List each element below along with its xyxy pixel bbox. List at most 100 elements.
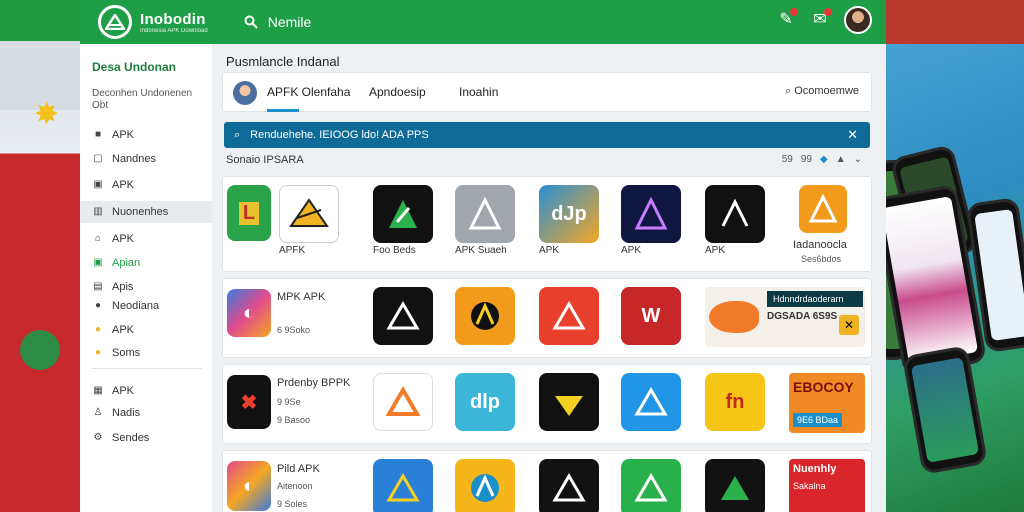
- app-label: APK: [621, 245, 642, 256]
- tab-2[interactable]: Inoahin: [459, 85, 498, 99]
- chevron-down-icon[interactable]: ⌄: [854, 154, 862, 165]
- page-title: Pusmlancle Indanal: [226, 54, 340, 69]
- sidebar-item-0[interactable]: ■ APK: [80, 124, 212, 146]
- app-icon[interactable]: [705, 185, 765, 243]
- sidebar-divider: [92, 368, 202, 369]
- lock-icon: ⌂: [94, 233, 102, 244]
- sidebar-item-12[interactable]: ⚙ Sendes: [80, 427, 212, 449]
- banner-text: Renduehehe. IEIOOG ldo! ADA PPS: [250, 129, 429, 141]
- app-label: Foo Beds: [373, 245, 416, 256]
- control-value[interactable]: 99: [801, 154, 812, 165]
- app-row: ✖ Prdenby BPPK 9 9Se 9 Basoo dlp fn EBOC…: [222, 364, 872, 444]
- chart-icon: ⚙: [93, 432, 103, 443]
- clipboard-icon: ▤: [93, 281, 103, 292]
- avatar[interactable]: [844, 6, 872, 34]
- notification-icon[interactable]: ✎: [776, 8, 798, 30]
- app-icon[interactable]: [705, 459, 765, 512]
- app-subtitle: 9 Soles: [277, 499, 308, 509]
- app-icon[interactable]: [373, 185, 433, 243]
- main-content: Pusmlancle Indanal APFK Olenfaha Apndoes…: [222, 44, 874, 512]
- sidebar-item-label: APK: [112, 233, 135, 245]
- user-icon: ●: [94, 300, 102, 311]
- app-icon[interactable]: [455, 459, 515, 512]
- sidebar-item-2[interactable]: ▣ APK: [80, 174, 212, 196]
- app-icon[interactable]: [373, 373, 433, 431]
- brand[interactable]: Inobodin Indonesia APK Download: [140, 11, 208, 34]
- app-icon[interactable]: dlp: [455, 373, 515, 431]
- filter-icon[interactable]: ▲: [836, 154, 846, 165]
- app-icon[interactable]: W: [621, 287, 681, 345]
- app-icon[interactable]: [539, 287, 599, 345]
- building-icon: ▥: [93, 206, 103, 217]
- sidebar-subtitle: Deconhen Undonenen Obt: [92, 88, 193, 111]
- app-subtitle: Aitenoon: [277, 481, 313, 491]
- app-row: ◐ MPK APK 6 9Soko W Hdnndrdaoderarn DGSA…: [222, 278, 872, 358]
- sidebar-item-3[interactable]: ▥ Nuonenhes: [80, 201, 212, 223]
- sidebar-item-9[interactable]: ● Soms: [80, 342, 212, 364]
- app-title: Prdenby BPPK: [277, 377, 351, 389]
- sidebar-item-4[interactable]: ⌂ APK: [80, 228, 212, 250]
- tab-1[interactable]: Apndoesip: [369, 85, 426, 99]
- app-title: MPK APK: [277, 291, 326, 303]
- document-icon: ▣: [93, 179, 103, 190]
- active-tab-indicator: [267, 109, 299, 112]
- app-icon[interactable]: [373, 287, 433, 345]
- close-icon[interactable]: ✕: [839, 315, 859, 335]
- top-search[interactable]: Nemile: [244, 14, 312, 30]
- app-icon[interactable]: [539, 373, 599, 431]
- sidebar-item-10[interactable]: ▦ APK: [80, 380, 212, 402]
- sidebar-item-11[interactable]: ♙ Nadis: [80, 402, 212, 424]
- sidebar-item-label: Nadis: [112, 407, 141, 419]
- app-icon[interactable]: [279, 185, 339, 243]
- brand-name: Inobodin: [140, 10, 206, 28]
- app-icon[interactable]: [621, 373, 681, 431]
- coin-icon: ●: [94, 347, 102, 358]
- app-icon[interactable]: [373, 459, 433, 512]
- sidebar-item-label: Neodiana: [112, 300, 160, 312]
- sidebar-item-label: APK: [112, 324, 135, 336]
- promo-subtitle: 9E6 BDaa: [793, 413, 843, 427]
- promo-card[interactable]: Hdnndrdaoderarn DGSADA 6S9S ✕: [705, 287, 865, 347]
- sidebar-item-7[interactable]: ● Neodiana: [80, 295, 212, 317]
- leaf-icon: [20, 330, 60, 370]
- app-icon[interactable]: [455, 287, 515, 345]
- app-row: ◐ Pild APK Aitenoon 9 Soles Nuenhly Saka…: [222, 450, 872, 512]
- search-icon: ⌕: [784, 85, 792, 97]
- promo-card[interactable]: Nuenhly Sakalna: [789, 459, 865, 512]
- app-icon[interactable]: fn: [705, 373, 765, 431]
- sidebar-item-label: Apian: [112, 257, 141, 269]
- app-icon[interactable]: ✖: [227, 375, 271, 429]
- app-icon[interactable]: [621, 185, 681, 243]
- profile-avatar[interactable]: [233, 81, 257, 105]
- control-value[interactable]: 59: [782, 154, 793, 165]
- briefcase-icon: ■: [94, 129, 102, 140]
- check-icon: ▣: [93, 257, 103, 268]
- sidebar-item-8[interactable]: ● APK: [80, 319, 212, 341]
- sidebar-title: Desa Undonan: [92, 60, 177, 74]
- app-icon[interactable]: dJp: [539, 185, 599, 243]
- promo-card[interactable]: EBOCOY 9E6 BDaa: [789, 373, 865, 433]
- close-icon[interactable]: ✕: [847, 127, 858, 143]
- top-search-label: Nemile: [267, 14, 312, 30]
- sort-icon[interactable]: ◆: [820, 154, 828, 165]
- app-icon[interactable]: [455, 185, 515, 243]
- app-icon[interactable]: [539, 459, 599, 512]
- messages-icon[interactable]: ✉: [810, 8, 832, 30]
- app-icon[interactable]: [621, 459, 681, 512]
- promo-subtitle: Sakalna: [793, 481, 826, 491]
- tabs-bar: APFK Olenfaha Apndoesip Inoahin ⌕ Ocomoe…: [222, 72, 872, 112]
- sidebar-item-1[interactable]: ▢ Nandnes: [80, 148, 212, 170]
- app-label: APK: [705, 245, 726, 256]
- tab-0[interactable]: APFK Olenfaha: [267, 85, 350, 99]
- search-banner[interactable]: ⌕ Renduehehe. IEIOOG ldo! ADA PPS ✕: [224, 122, 870, 148]
- app-icon[interactable]: ◐: [227, 461, 271, 511]
- app-icon[interactable]: L: [227, 185, 271, 241]
- logo-icon[interactable]: [98, 5, 132, 39]
- app-icon[interactable]: [799, 185, 847, 233]
- section-title: Sonaio IPSARA: [226, 154, 304, 166]
- app-icon[interactable]: ◐: [227, 289, 271, 337]
- sidebar-item-5[interactable]: ▣ Apian: [80, 252, 212, 274]
- fish-icon: [709, 301, 759, 333]
- section-controls: 59 99 ◆ ▲ ⌄: [782, 154, 862, 165]
- tab-search[interactable]: ⌕ Ocomoemwe: [785, 85, 859, 98]
